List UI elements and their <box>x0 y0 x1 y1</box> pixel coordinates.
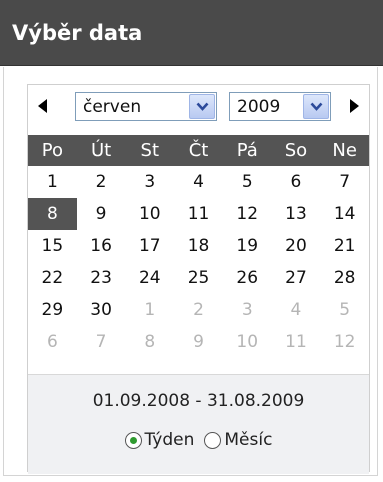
day-cell[interactable]: 16 <box>77 230 126 262</box>
day-cell[interactable]: 9 <box>77 198 126 230</box>
day-cell[interactable]: 11 <box>174 198 223 230</box>
triangle-left-icon <box>38 99 47 113</box>
day-cell[interactable]: 7 <box>320 166 369 198</box>
radio-month[interactable]: Měsíc <box>204 429 272 451</box>
next-month-button[interactable] <box>350 99 359 116</box>
day-grid: 1 2 3 4 5 6 7 8 9 10 11 12 13 14 15 16 1… <box>28 166 369 358</box>
weekday-label: St <box>140 140 160 161</box>
day-cell-other-month[interactable]: 3 <box>223 294 272 326</box>
week-row: 15 16 17 18 19 20 21 <box>28 230 369 262</box>
date-picker: červen 2009 Po Út St Čt Pá So Ne 1 2 3 4 <box>27 84 370 474</box>
week-row: 8 9 10 11 12 13 14 <box>28 198 369 230</box>
weekday-label: Út <box>90 140 112 161</box>
day-cell[interactable]: 12 <box>223 198 272 230</box>
day-cell[interactable]: 25 <box>174 262 223 294</box>
year-select-value: 2009 <box>237 97 281 117</box>
weekday-label: Ne <box>332 140 357 161</box>
day-cell[interactable]: 30 <box>77 294 126 326</box>
page-title: Výběr data <box>12 21 143 45</box>
month-dropdown-button[interactable] <box>189 94 215 119</box>
day-cell[interactable]: 24 <box>125 262 174 294</box>
day-cell-other-month[interactable]: 12 <box>320 326 369 358</box>
day-cell-other-month[interactable]: 2 <box>174 294 223 326</box>
day-cell[interactable]: 27 <box>272 262 321 294</box>
date-range-text: 01.09.2008 - 31.08.2009 <box>92 391 305 411</box>
day-cell[interactable]: 17 <box>125 230 174 262</box>
day-cell[interactable]: 10 <box>125 198 174 230</box>
day-cell-other-month[interactable]: 6 <box>28 326 77 358</box>
day-cell[interactable]: 23 <box>77 262 126 294</box>
day-cell[interactable]: 21 <box>320 230 369 262</box>
day-cell[interactable]: 2 <box>77 166 126 198</box>
radio-week[interactable]: Týden <box>124 429 195 451</box>
day-cell[interactable]: 13 <box>272 198 321 230</box>
weekday-label: Pá <box>236 140 258 161</box>
day-cell[interactable]: 1 <box>28 166 77 198</box>
day-cell[interactable]: 5 <box>223 166 272 198</box>
day-cell-other-month[interactable]: 9 <box>174 326 223 358</box>
calendar-nav: červen 2009 <box>28 85 369 132</box>
month-select[interactable]: červen <box>75 92 217 121</box>
day-cell[interactable]: 6 <box>272 166 321 198</box>
weekday-label: Čt <box>188 140 209 161</box>
year-select[interactable]: 2009 <box>229 92 331 121</box>
day-cell-selected[interactable]: 8 <box>28 198 77 230</box>
weekday-label: So <box>284 140 308 161</box>
day-cell[interactable]: 29 <box>28 294 77 326</box>
radio-month-circle[interactable] <box>204 431 222 449</box>
weekday-label: Po <box>41 140 63 161</box>
day-cell[interactable]: 15 <box>28 230 77 262</box>
week-row: 22 23 24 25 26 27 28 <box>28 262 369 294</box>
chevron-down-icon <box>196 102 208 111</box>
month-select-value: červen <box>83 97 142 117</box>
week-row: 6 7 8 9 10 11 12 <box>28 326 369 358</box>
prev-month-button[interactable] <box>38 99 47 116</box>
day-cell[interactable]: 14 <box>320 198 369 230</box>
day-cell-other-month[interactable]: 4 <box>272 294 321 326</box>
day-cell-other-month[interactable]: 1 <box>125 294 174 326</box>
day-cell[interactable]: 26 <box>223 262 272 294</box>
calendar-footer: 01.09.2008 - 31.08.2009 Týden Měsíc <box>28 374 369 474</box>
day-cell[interactable]: 3 <box>125 166 174 198</box>
header-bar: Výběr data <box>0 0 383 66</box>
day-cell[interactable]: 18 <box>174 230 223 262</box>
day-cell-other-month[interactable]: 7 <box>77 326 126 358</box>
day-cell-other-month[interactable]: 10 <box>223 326 272 358</box>
radio-week-circle[interactable] <box>124 431 142 449</box>
radio-week-label: Týden <box>144 430 195 450</box>
weekday-header: Po Út St Čt Pá So Ne <box>28 135 369 166</box>
radio-month-label: Měsíc <box>224 430 273 450</box>
day-cell-other-month[interactable]: 8 <box>125 326 174 358</box>
triangle-right-icon <box>350 99 359 113</box>
chevron-down-icon <box>310 102 322 111</box>
day-cell[interactable]: 19 <box>223 230 272 262</box>
mode-radio-group: Týden Měsíc <box>28 429 369 451</box>
day-cell-other-month[interactable]: 5 <box>320 294 369 326</box>
day-cell[interactable]: 28 <box>320 262 369 294</box>
day-cell[interactable]: 22 <box>28 262 77 294</box>
year-dropdown-button[interactable] <box>303 94 329 119</box>
week-row: 29 30 1 2 3 4 5 <box>28 294 369 326</box>
day-cell-other-month[interactable]: 11 <box>272 326 321 358</box>
day-cell[interactable]: 4 <box>174 166 223 198</box>
day-cell[interactable]: 20 <box>272 230 321 262</box>
week-row: 1 2 3 4 5 6 7 <box>28 166 369 198</box>
